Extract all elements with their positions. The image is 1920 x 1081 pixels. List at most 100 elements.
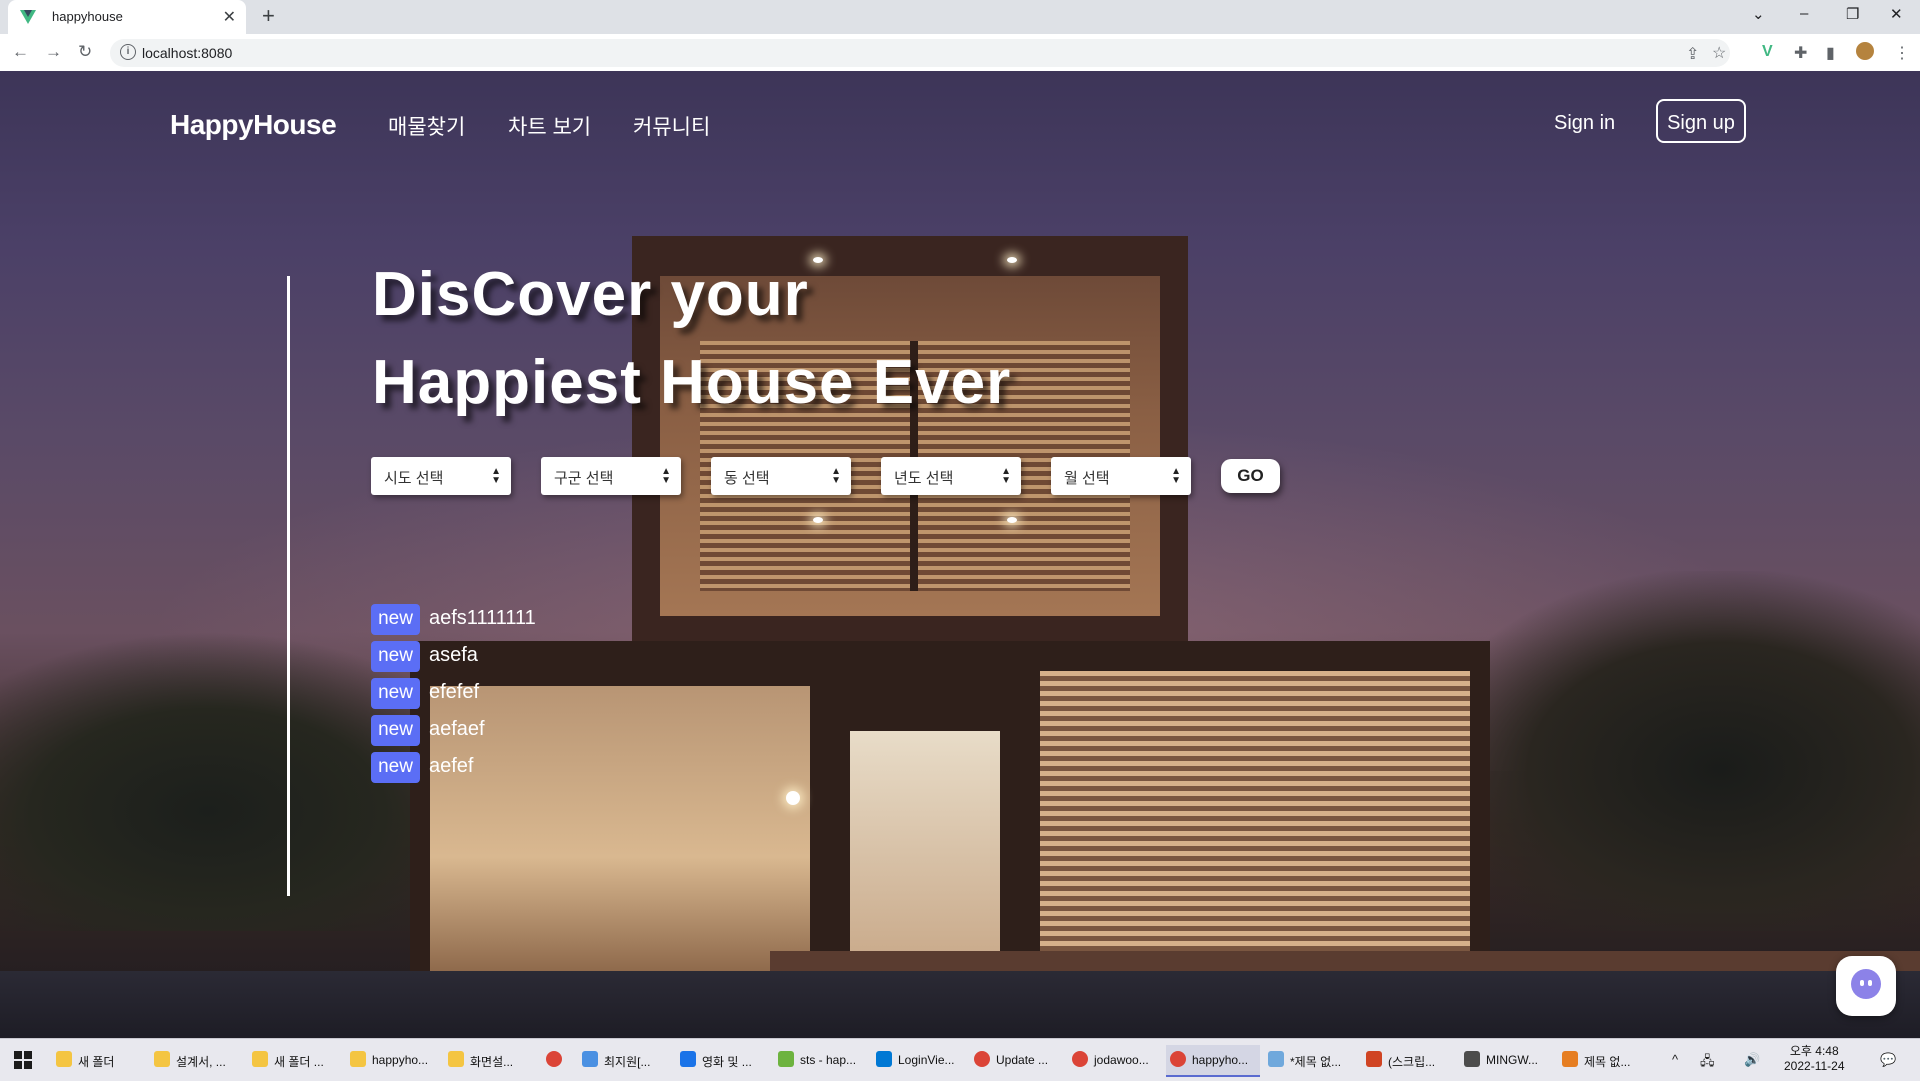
new-badge: new [371,715,420,746]
forward-button[interactable]: → [45,42,62,62]
notice-title[interactable]: aefs1111111 [429,607,536,630]
taskbar-item-label: jodawoo... [1094,1053,1149,1067]
taskbar-item[interactable]: 영화 및 ... [676,1045,770,1075]
tab-search-icon[interactable]: ⌄ [1752,5,1765,23]
taskbar-item[interactable]: 제목 없... [1558,1045,1652,1075]
page-viewport: HappyHouse 매물찾기 차트 보기 커뮤니티 Sign in Sign … [0,71,1920,1038]
tab-close-icon[interactable]: ✕ [223,7,236,27]
taskbar-item[interactable]: 새 폴더 ... [248,1045,342,1075]
reload-button[interactable]: ↻ [78,42,92,62]
house-hallway [850,731,1000,971]
browser-tab[interactable]: happyhouse ✕ [8,0,246,34]
chrome-icon [1072,1051,1088,1067]
taskbar-item-label: 설계서, ... [176,1055,226,1069]
taskbar-item[interactable]: *제목 없... [1264,1045,1358,1075]
house-bedroom [1040,671,1470,971]
taskbar-item-label: LoginVie... [898,1053,955,1067]
notepad-icon [1268,1051,1284,1067]
notice-title[interactable]: aefaef [429,718,485,741]
sign-up-button[interactable]: Sign up [1656,99,1746,143]
garden-light [786,791,800,805]
taskbar-item-label: 영화 및 ... [702,1055,752,1069]
taskbar-item[interactable]: jodawoo... [1068,1045,1162,1075]
notice-title[interactable]: efefef [429,681,479,704]
windows-start-icon[interactable] [14,1051,32,1069]
taskbar-item[interactable]: LoginVie... [872,1045,966,1075]
share-icon[interactable]: ⇪ [1686,44,1699,64]
taskbar-item[interactable]: (스크립... [1362,1045,1456,1075]
hero-title-line1: DisCover your [372,260,809,329]
network-icon[interactable]: 🖧 [1700,1052,1715,1074]
site-info-icon[interactable]: i [120,44,136,60]
menu-icon[interactable]: ⋮ [1894,43,1910,63]
taskbar-item-label: MINGW... [1486,1053,1538,1067]
puzzle-icon[interactable]: ✚ [1794,43,1807,63]
sido-select[interactable]: 시도 선택 ▲ ▼ [371,457,511,495]
chrome-icon [974,1051,990,1067]
taskbar-item-label: 새 폴더 ... [274,1055,324,1069]
dong-select[interactable]: 동 선택 ▲ ▼ [711,457,851,495]
sidebar-icon[interactable]: ▮ [1826,43,1835,63]
nav-find-listings[interactable]: 매물찾기 [388,111,465,141]
year-select[interactable]: 년도 선택 ▲ ▼ [881,457,1021,495]
nav-charts[interactable]: 차트 보기 [508,111,591,141]
folder-icon [56,1051,72,1067]
taskbar-item[interactable]: sts - hap... [774,1045,868,1075]
folder-icon [350,1051,366,1067]
notice-title[interactable]: asefa [429,644,478,667]
taskbar-item[interactable]: MINGW... [1460,1045,1554,1075]
restore-button[interactable]: ❐ [1846,5,1859,23]
star-icon[interactable]: ☆ [1712,43,1726,63]
sign-in-link[interactable]: Sign in [1554,112,1615,135]
taskbar-item[interactable]: 최지원[... [578,1045,672,1075]
chrome-icon [1170,1051,1186,1067]
chat-app-icon [582,1051,598,1067]
select-arrows-icon: ▲ ▼ [831,466,841,486]
notification-icon[interactable]: 💬 [1880,1052,1896,1068]
month-select[interactable]: 월 선택 ▲ ▼ [1051,457,1191,495]
taskbar-item[interactable]: 설계서, ... [150,1045,244,1075]
nav-community[interactable]: 커뮤니티 [633,111,710,141]
tray-chevron-icon[interactable]: ^ [1672,1052,1678,1067]
chatbot-button[interactable] [1836,956,1896,1016]
gugun-select[interactable]: 구군 선택 ▲ ▼ [541,457,681,495]
close-window-button[interactable]: ✕ [1890,5,1903,23]
hero-divider [287,276,290,896]
taskbar-item-label: 최지원[... [604,1055,651,1069]
taskbar-item-label: happyho... [372,1053,429,1067]
pool [0,971,1920,1038]
clock-time: 오후 4:48 [1789,1044,1839,1058]
go-button[interactable]: GO [1221,459,1280,493]
vscode-icon [876,1051,892,1067]
taskbar-item[interactable]: 새 폴더 [52,1045,146,1075]
notice-title[interactable]: aefef [429,755,473,778]
address-bar[interactable]: i localhost:8080 ⇪ ☆ [110,39,1730,67]
taskbar-item[interactable]: Update ... [970,1045,1064,1075]
system-clock[interactable]: 오후 4:48 2022-11-24 [1784,1044,1845,1074]
select-arrows-icon: ▲ ▼ [1001,466,1011,486]
paint-icon [1562,1051,1578,1067]
folder-icon [252,1051,268,1067]
volume-icon[interactable]: 🔊 [1744,1052,1760,1068]
taskbar-item[interactable]: happyho... [1166,1045,1260,1077]
new-tab-button[interactable]: + [262,3,275,29]
month-select-label: 월 선택 [1064,470,1110,487]
taskbar-item-label: 화면설... [470,1055,514,1069]
minimize-button[interactable]: – [1800,5,1808,22]
folder-icon [448,1051,464,1067]
vue-devtools-icon[interactable]: V [1762,43,1773,61]
url-text[interactable]: localhost:8080 [142,45,232,61]
taskbar-item[interactable] [542,1045,574,1075]
taskbar-item[interactable]: 화면설... [444,1045,538,1075]
gugun-select-label: 구군 선택 [554,470,614,487]
taskbar-item-label: happyho... [1192,1053,1249,1067]
house-living-room [430,686,810,971]
site-logo[interactable]: HappyHouse [170,109,337,141]
select-arrows-icon: ▲ ▼ [661,466,671,486]
back-button[interactable]: ← [12,42,29,62]
hero-title-line2: Happiest House Ever [372,348,1012,417]
year-select-label: 년도 선택 [894,470,954,487]
profile-avatar[interactable] [1856,42,1874,60]
chatbot-eye [1868,980,1872,986]
taskbar-item[interactable]: happyho... [346,1045,440,1075]
